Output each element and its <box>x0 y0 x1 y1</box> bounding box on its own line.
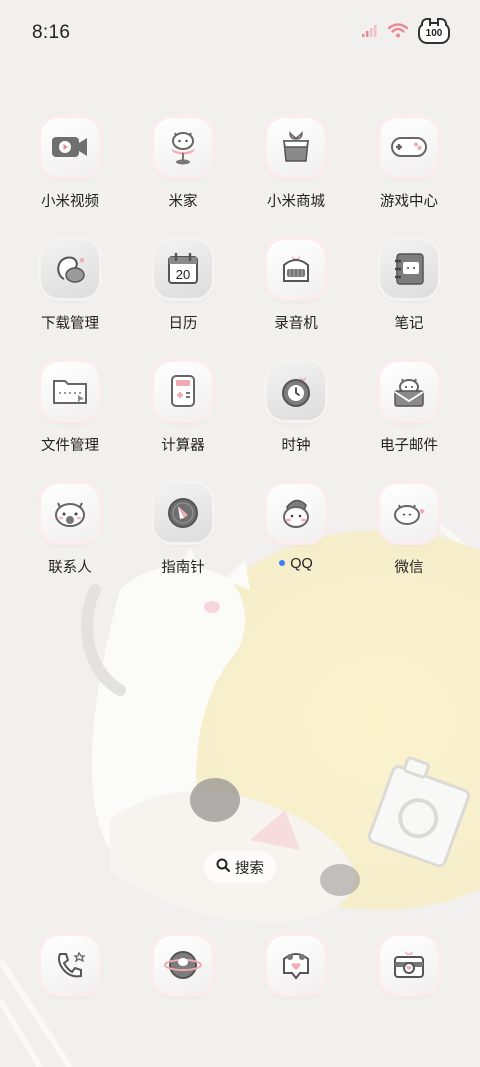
app-label: QQ <box>240 556 352 572</box>
dock-phone[interactable] <box>14 936 126 994</box>
app-notes[interactable]: 笔记 <box>353 240 465 333</box>
app-label: 微信 <box>394 560 424 576</box>
notebook-icon <box>380 240 438 298</box>
squirrel-icon <box>41 240 99 298</box>
compass-icon <box>154 484 212 542</box>
chat-cat-icon <box>380 484 438 542</box>
calendar-icon: 20 <box>154 240 212 298</box>
app-label-text: QQ <box>290 556 313 572</box>
app-label: 指南针 <box>161 560 205 576</box>
gift-bag-icon <box>267 118 325 176</box>
calculator-icon <box>154 362 212 420</box>
app-label: 联系人 <box>48 560 92 576</box>
video-camera-icon <box>41 118 99 176</box>
qq-cat-icon <box>267 484 325 542</box>
app-game-center[interactable]: 游戏中心 <box>353 118 465 211</box>
browser-icon <box>154 936 212 994</box>
signal-icon <box>362 24 378 42</box>
phone-icon <box>41 936 99 994</box>
app-wechat[interactable]: 微信 <box>353 484 465 577</box>
camera-icon <box>380 936 438 994</box>
app-label: 文件管理 <box>41 438 99 454</box>
dock-messages[interactable] <box>240 936 352 994</box>
app-label: 日历 <box>168 316 198 332</box>
messages-icon <box>267 936 325 994</box>
status-icons: 100 <box>362 18 450 44</box>
app-clock[interactable]: 时钟 <box>240 362 352 455</box>
envelope-cat-icon <box>380 362 438 420</box>
app-mijia[interactable]: 米家 <box>127 118 239 211</box>
app-label: 计算器 <box>161 438 205 454</box>
app-compass[interactable]: 指南针 <box>127 484 239 577</box>
battery-icon: 100 <box>418 18 450 44</box>
app-file-manager[interactable]: 文件管理 <box>14 362 126 455</box>
dock-camera[interactable] <box>353 936 465 994</box>
app-label: 小米视频 <box>41 194 99 210</box>
app-recorder[interactable]: 录音机 <box>240 240 352 333</box>
gamepad-icon <box>380 118 438 176</box>
new-badge-dot <box>279 560 286 567</box>
app-label: 米家 <box>168 194 198 210</box>
search-label: 搜索 <box>235 860 264 877</box>
app-email[interactable]: 电子邮件 <box>353 362 465 455</box>
app-label: 录音机 <box>274 316 318 332</box>
svg-text:20: 20 <box>176 267 190 282</box>
app-contacts[interactable]: 联系人 <box>14 484 126 577</box>
app-label: 电子邮件 <box>380 438 438 454</box>
app-qq[interactable]: QQ <box>240 484 352 572</box>
app-label: 游戏中心 <box>380 194 438 210</box>
search-icon <box>216 858 230 876</box>
app-label: 时钟 <box>281 438 311 454</box>
search-button[interactable]: 搜索 <box>204 851 276 883</box>
wifi-icon <box>387 23 409 43</box>
app-label: 小米商城 <box>267 194 325 210</box>
folder-icon <box>41 362 99 420</box>
app-label: 下载管理 <box>41 316 99 332</box>
app-mi-video[interactable]: 小米视频 <box>14 118 126 211</box>
app-mi-store[interactable]: 小米商城 <box>240 118 352 211</box>
app-calendar[interactable]: 20 日历 <box>127 240 239 333</box>
app-label: 笔记 <box>394 316 424 332</box>
app-downloads[interactable]: 下载管理 <box>14 240 126 333</box>
clock-icon <box>267 362 325 420</box>
cat-lamp-icon <box>154 118 212 176</box>
status-time: 8:16 <box>32 22 71 43</box>
dock-browser[interactable] <box>127 936 239 994</box>
cat-recorder-icon <box>267 240 325 298</box>
status-bar: 8:16 100 <box>0 0 480 66</box>
app-calculator[interactable]: 计算器 <box>127 362 239 455</box>
cat-face-icon <box>41 484 99 542</box>
